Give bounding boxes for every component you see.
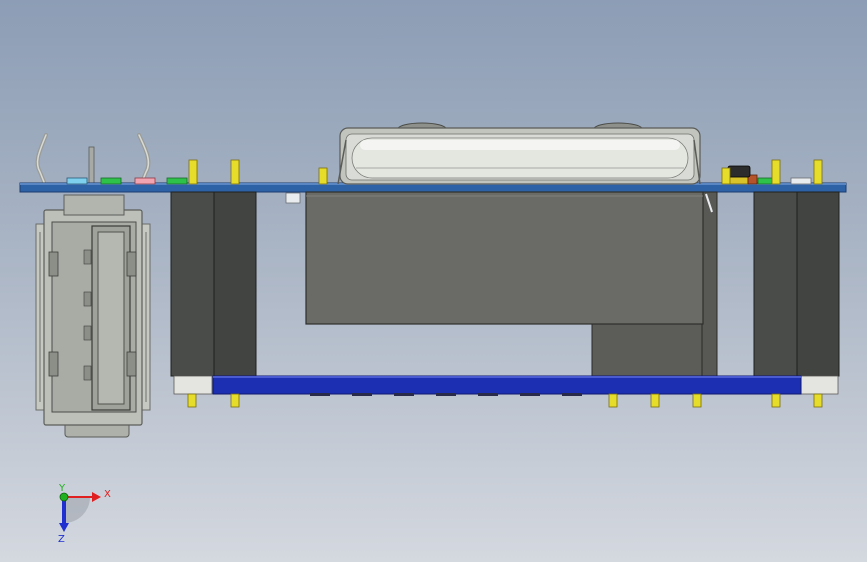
coordinate-triad[interactable]: X Z Y <box>58 483 111 545</box>
x-axis-label: X <box>104 489 111 500</box>
right-header-block[interactable] <box>753 191 840 395</box>
x-axis-arrowhead <box>92 492 101 502</box>
bottom-pcb[interactable] <box>212 375 802 395</box>
y-axis-label: Y <box>58 483 66 494</box>
z-axis-label: Z <box>58 534 65 545</box>
header-pins-bottom <box>187 393 823 408</box>
coin-cell-battery[interactable] <box>337 122 701 185</box>
center-module[interactable] <box>305 191 718 377</box>
cad-viewport[interactable]: X Z Y <box>0 0 867 562</box>
z-axis-arrowhead <box>59 523 69 532</box>
left-header-block[interactable] <box>170 191 257 395</box>
usb-a-connector[interactable] <box>35 133 151 438</box>
y-axis-dot <box>59 492 69 502</box>
